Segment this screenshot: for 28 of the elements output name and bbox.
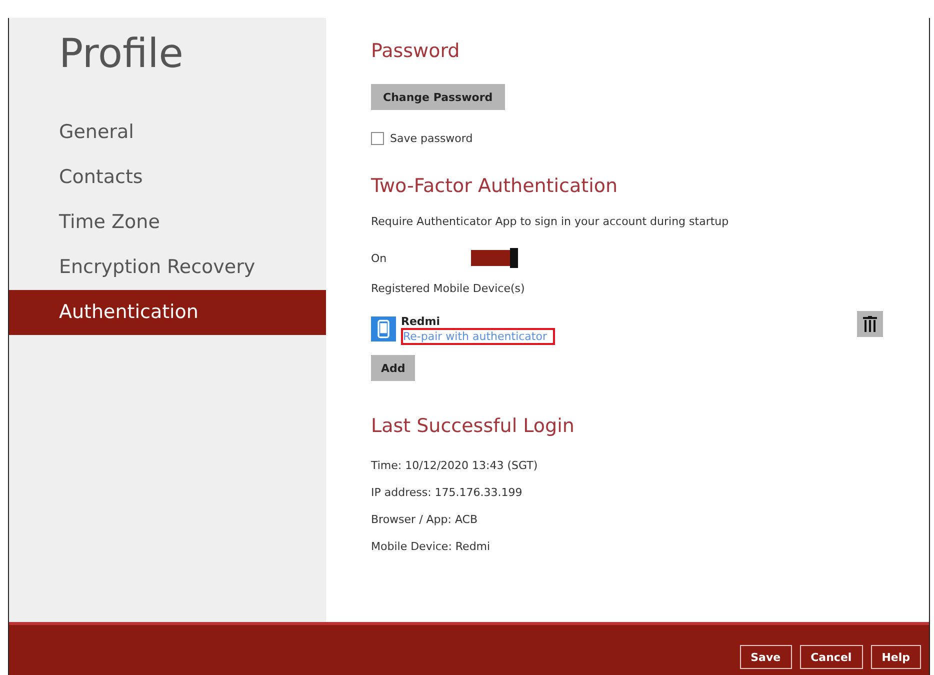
section-heading: Last Successful Login bbox=[371, 415, 574, 439]
checkbox-label: Save password bbox=[390, 132, 473, 145]
toggle-label: On bbox=[371, 252, 388, 264]
change-password-button[interactable]: Change Password bbox=[371, 84, 505, 110]
delete-button[interactable] bbox=[857, 311, 883, 337]
sidebar-item[interactable]: Authentication bbox=[9, 290, 326, 335]
login-detail: Time: 10/12/2020 13:43 (SGT) bbox=[371, 459, 538, 472]
sidebar-item[interactable]: Contacts bbox=[9, 155, 326, 200]
footer-button[interactable]: Cancel bbox=[800, 645, 863, 669]
page-title: Profile bbox=[58, 30, 184, 79]
login-detail: Browser / App: ACB bbox=[371, 513, 478, 526]
login-detail: IP address: 175.176.33.199 bbox=[371, 486, 522, 499]
section-heading: Password bbox=[371, 40, 460, 64]
trash-icon bbox=[863, 316, 877, 332]
phone-icon bbox=[371, 315, 396, 343]
devices-label: Registered Mobile Device(s) bbox=[371, 282, 525, 295]
sidebar-item[interactable]: Encryption Recovery bbox=[9, 245, 326, 290]
toggle-switch[interactable] bbox=[471, 250, 517, 266]
sidebar-item[interactable]: General bbox=[9, 110, 326, 155]
footer-button[interactable]: Save bbox=[740, 645, 792, 669]
section-heading: Two-Factor Authentication bbox=[371, 175, 618, 199]
login-detail: Mobile Device: Redmi bbox=[371, 540, 490, 553]
add-button[interactable]: Add bbox=[371, 355, 416, 381]
checkbox[interactable] bbox=[371, 132, 384, 145]
description-text: Require Authenticator App to sign in your account during startup bbox=[371, 215, 729, 228]
footer-button[interactable]: Help bbox=[870, 645, 921, 669]
sidebar-item[interactable]: Time Zone bbox=[9, 200, 326, 245]
device-name: Redmi bbox=[401, 315, 440, 328]
